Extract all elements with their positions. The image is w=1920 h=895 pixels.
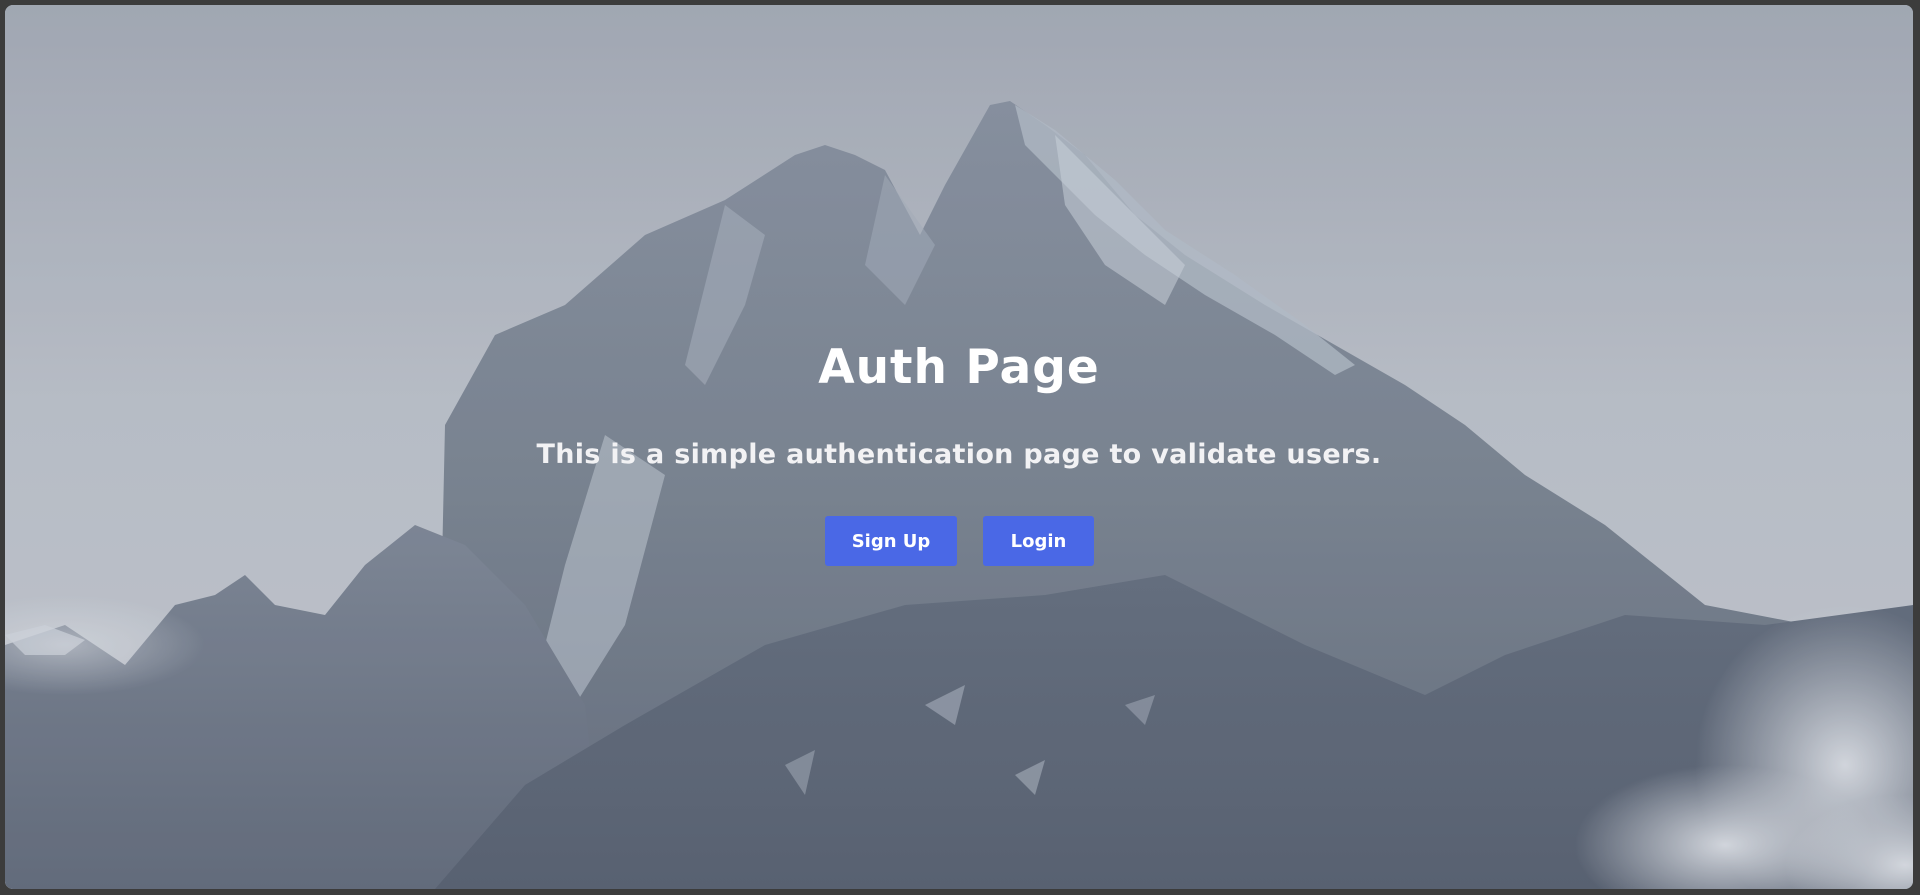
- page-subtitle: This is a simple authentication page to …: [536, 439, 1382, 470]
- hero-content: Auth Page This is a simple authenticatio…: [5, 5, 1913, 889]
- login-button[interactable]: Login: [983, 516, 1094, 566]
- sign-up-button[interactable]: Sign Up: [825, 516, 957, 566]
- page-frame: Auth Page This is a simple authenticatio…: [5, 5, 1913, 889]
- page-title: Auth Page: [818, 340, 1100, 395]
